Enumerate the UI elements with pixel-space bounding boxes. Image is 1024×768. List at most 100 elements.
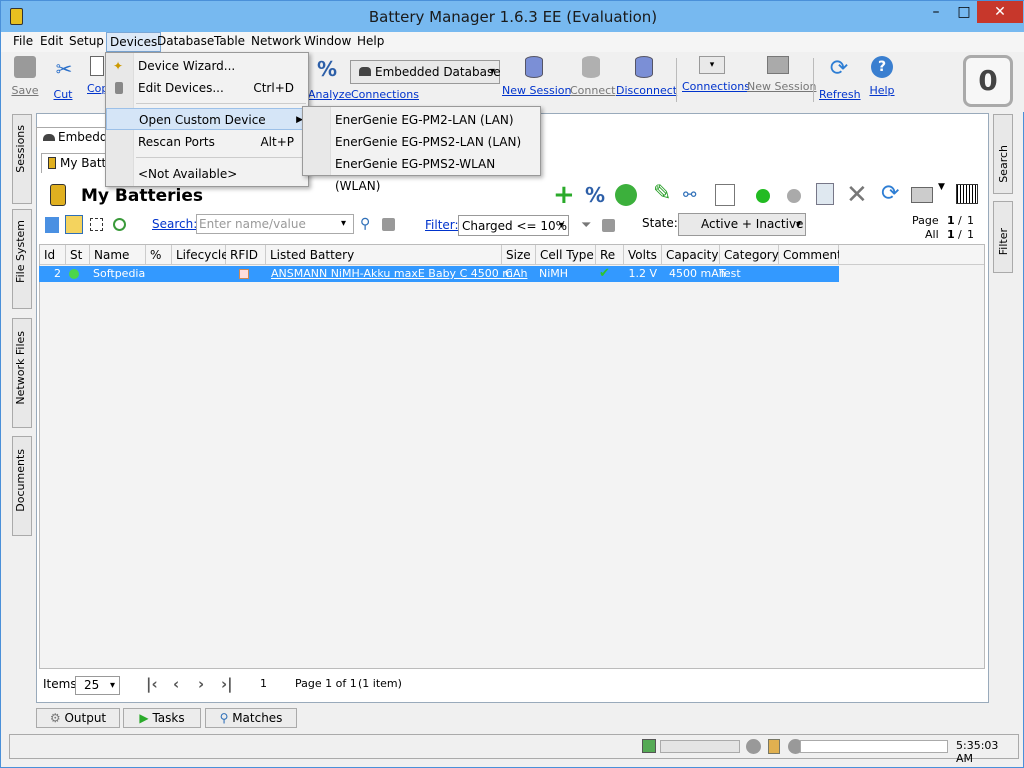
menu-file[interactable]: File bbox=[13, 34, 33, 48]
col-header-filler bbox=[839, 245, 984, 265]
printer-icon[interactable] bbox=[911, 187, 933, 203]
col-header[interactable]: Id bbox=[40, 245, 66, 265]
recycle-icon[interactable] bbox=[615, 184, 637, 206]
menu-edit[interactable]: Edit bbox=[40, 34, 63, 48]
col-header[interactable]: Listed Battery bbox=[266, 245, 502, 265]
minimize-button[interactable]: – bbox=[921, 1, 951, 23]
print-dropdown-icon[interactable]: ▼ bbox=[938, 182, 945, 192]
menu-item-open-custom-device[interactable]: Open Custom Device ▶ bbox=[106, 108, 308, 130]
filter-label[interactable]: Filter: bbox=[425, 218, 459, 232]
search-icon[interactable]: ⚲ bbox=[360, 216, 370, 232]
connections-button[interactable]: ▾ Connections bbox=[682, 56, 750, 93]
refresh-button[interactable]: ⟳ Refresh bbox=[819, 56, 861, 101]
side-tab-file-system[interactable]: File System bbox=[12, 209, 32, 309]
document-icon[interactable] bbox=[715, 184, 735, 206]
cut-button[interactable]: ✂ Cut bbox=[51, 56, 75, 101]
cell-comment bbox=[778, 266, 838, 282]
submenu-item-pms2-wlan[interactable]: EnerGenie EG-PMS2-WLAN (WLAN) bbox=[303, 153, 540, 193]
save-button[interactable]: Save bbox=[11, 56, 39, 97]
analyze-button[interactable]: % Analyze bbox=[308, 56, 351, 101]
col-header[interactable]: Volts bbox=[624, 245, 662, 265]
menu-network[interactable]: Network bbox=[251, 34, 301, 48]
percent-icon[interactable]: % bbox=[585, 183, 605, 207]
close-button[interactable]: ✕ bbox=[977, 1, 1023, 23]
menu-item-edit-devices[interactable]: Edit Devices... Ctrl+D bbox=[106, 77, 308, 99]
submenu-item-pm2-lan[interactable]: EnerGenie EG-PM2-LAN (LAN) bbox=[303, 109, 540, 131]
menu-setup[interactable]: Setup bbox=[69, 34, 104, 48]
all-sep: / bbox=[958, 228, 962, 241]
col-header[interactable]: % bbox=[146, 245, 172, 265]
tab-my-batteries[interactable]: My Batte bbox=[41, 153, 111, 173]
add-filter-icon[interactable] bbox=[45, 217, 59, 233]
filter-select[interactable]: Charged <= 10% ▾ bbox=[458, 215, 569, 236]
last-page-icon[interactable]: ›| bbox=[221, 675, 233, 693]
col-header[interactable]: Name bbox=[90, 245, 146, 265]
pencil-icon[interactable]: ✎ bbox=[653, 181, 671, 206]
tasks-button[interactable]: ▶ Tasks bbox=[123, 708, 201, 728]
col-header[interactable]: Cell Type bbox=[536, 245, 596, 265]
maximize-button[interactable]: □ bbox=[951, 1, 977, 23]
items-info: (1 item) bbox=[358, 677, 402, 690]
col-header[interactable]: Capacity bbox=[662, 245, 720, 265]
table-row[interactable]: 2 Softpedia ANSMANN NiMH-Akku maxE Baby … bbox=[39, 266, 839, 282]
col-header[interactable]: RFID bbox=[226, 245, 266, 265]
search-label[interactable]: Search: bbox=[152, 217, 197, 231]
menu-window[interactable]: Window bbox=[304, 34, 351, 48]
all-label: All bbox=[925, 228, 939, 241]
menu-help[interactable]: Help bbox=[357, 34, 384, 48]
funnel-icon[interactable]: ⏷ bbox=[581, 218, 591, 233]
link-icon[interactable]: ⚯ bbox=[683, 185, 696, 204]
deactivate-icon[interactable] bbox=[787, 189, 801, 203]
cell-id: 2 bbox=[54, 267, 61, 280]
state-select[interactable]: Active + Inactive ▾ bbox=[678, 213, 806, 236]
monitor-icon bbox=[767, 56, 789, 74]
sync-icon[interactable]: ⟳ bbox=[881, 181, 899, 206]
database-select[interactable]: Embedded Database ▾ bbox=[350, 60, 501, 84]
connect-button[interactable]: Connect bbox=[570, 56, 615, 97]
cell-listed-battery[interactable]: ANSMANN NiMH-Akku maxE Baby C 4500 mAh bbox=[267, 266, 527, 282]
menu-item-rescan-ports[interactable]: Rescan Ports Alt+P bbox=[106, 131, 308, 153]
col-header[interactable]: Category bbox=[720, 245, 779, 265]
menu-devices[interactable]: Devices bbox=[106, 32, 162, 52]
search-icon: ⚲ bbox=[219, 711, 229, 725]
menu-item-not-available[interactable]: <Not Available> bbox=[106, 163, 308, 185]
delete-icon[interactable]: ✕ bbox=[846, 180, 868, 210]
output-button[interactable]: ⚙ Output bbox=[36, 708, 120, 728]
copy-button[interactable]: Cop bbox=[87, 56, 108, 95]
all-total: 1 bbox=[967, 228, 974, 241]
side-tab-search[interactable]: Search bbox=[993, 114, 1013, 194]
side-tab-sessions[interactable]: Sessions bbox=[12, 114, 32, 204]
first-page-icon[interactable]: |‹ bbox=[146, 675, 158, 693]
menu-database[interactable]: Database bbox=[157, 34, 214, 48]
previous-page-icon[interactable]: ‹ bbox=[173, 675, 179, 693]
column-icon[interactable] bbox=[65, 215, 83, 234]
activate-icon[interactable] bbox=[756, 189, 770, 203]
col-header[interactable]: Re bbox=[596, 245, 624, 265]
clear-filter-icon[interactable] bbox=[602, 219, 615, 232]
side-tab-filter[interactable]: Filter bbox=[993, 201, 1013, 273]
next-page-icon[interactable]: › bbox=[198, 675, 204, 693]
clear-search-icon[interactable] bbox=[382, 218, 395, 231]
gear-icon[interactable] bbox=[113, 218, 126, 231]
submenu-item-pms2-lan[interactable]: EnerGenie EG-PMS2-LAN (LAN) bbox=[303, 131, 540, 153]
tab-embedded[interactable]: Embedde bbox=[36, 127, 106, 147]
new-session-button[interactable]: New Session bbox=[502, 56, 571, 97]
col-header[interactable]: Comment bbox=[779, 245, 842, 265]
barcode-icon[interactable] bbox=[956, 184, 978, 204]
menu-table[interactable]: Table bbox=[214, 34, 245, 48]
col-header[interactable]: Size bbox=[502, 245, 536, 265]
search-input[interactable]: Enter name/value bbox=[196, 214, 354, 234]
disconnect-button[interactable]: Disconnect bbox=[616, 56, 677, 97]
select-rect-icon[interactable] bbox=[90, 218, 103, 231]
menu-item-device-wizard[interactable]: ✦ Device Wizard... bbox=[106, 55, 308, 77]
help-button[interactable]: ? Help bbox=[869, 56, 895, 97]
col-header[interactable]: St bbox=[66, 245, 90, 265]
add-icon[interactable]: + bbox=[553, 182, 575, 208]
trash-icon[interactable] bbox=[816, 183, 834, 205]
items-per-page-select[interactable]: 25 ▾ bbox=[75, 676, 120, 695]
matches-button[interactable]: ⚲ Matches bbox=[205, 708, 297, 728]
new-session2-button[interactable]: New Session bbox=[747, 56, 816, 93]
col-header[interactable]: Lifecycle bbox=[172, 245, 229, 265]
side-tab-documents[interactable]: Documents bbox=[12, 436, 32, 536]
side-tab-network-files[interactable]: Network Files bbox=[12, 318, 32, 428]
